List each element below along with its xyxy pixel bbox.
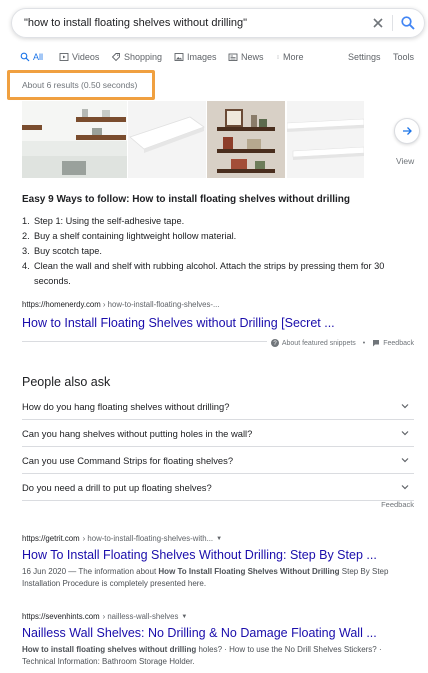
snippet-bold: How to install floating shelves without … [22,645,197,654]
result-date: 16 Jun 2020 [22,567,67,576]
feedback-icon [373,340,380,347]
paa-question[interactable]: How do you hang floating shelves without… [22,393,414,420]
help-icon: ? [270,339,279,347]
step-number: 3. [22,246,30,256]
tab-settings[interactable]: Settings [348,52,381,62]
chevron-down-icon [401,404,409,409]
url-path: › how-to-install-floating-shelves-with..… [82,534,214,543]
tag-icon [111,53,120,62]
paa-question-text: Can you hang shelves without putting hol… [22,427,253,439]
paa-feedback-link[interactable]: Feedback [381,500,414,509]
snippet-steps: 1. Step 1: Using the self-adhesive tape.… [22,214,412,289]
tab-label: Tools [393,52,415,62]
separator-dot: • [362,339,366,347]
step-text: Clean the wall and shelf with rubbing al… [34,261,385,286]
search-tabs: All Videos Shopping Images News More Set… [20,49,420,72]
tab-shopping[interactable]: Shopping [111,52,162,62]
url-domain: https://sevenhints.com [22,612,100,621]
view-label[interactable]: View [396,156,414,166]
close-icon[interactable] [370,15,386,31]
search-bar-divider [392,15,393,31]
tab-label: Settings [348,52,381,62]
snippet-source-url[interactable]: https://homenerdy.com › how-to-install-f… [22,300,219,309]
tab-videos[interactable]: Videos [59,52,99,62]
result-stats: About 6 results (0.50 seconds) [22,80,138,90]
tab-label: More [283,52,304,62]
step-text: Buy a shelf containing lightweight hollo… [34,231,237,241]
list-item: 4. Clean the wall and shelf with rubbing… [22,259,412,289]
search-result: https://sevenhints.com › nailless-wall-s… [22,612,417,668]
arrow-right-icon [403,127,412,135]
url-path: › how-to-install-floating-shelves-... [100,300,220,309]
caret-down-icon[interactable]: ▼ [216,536,222,542]
result-url[interactable]: https://sevenhints.com › nailless-wall-s… [22,612,417,621]
result-image-1[interactable] [22,101,127,178]
paa-question-text: Can you use Command Strips for floating … [22,454,234,466]
result-snippet: How to install floating shelves without … [22,644,417,668]
image-icon [174,53,184,61]
kebab-icon [277,55,279,59]
paa-question[interactable]: Can you hang shelves without putting hol… [22,420,414,447]
paa-question-text: Do you need a drill to put up floating s… [22,481,212,493]
url-domain: https://getrit.com [22,534,80,543]
about-featured-snippets-link[interactable]: About featured snippets [282,340,356,347]
tab-label: All [33,52,44,62]
step-text: Step 1: Using the self-adhesive tape. [34,216,185,226]
step-number: 1. [22,216,30,226]
tab-label: Videos [72,52,100,62]
chevron-down-icon [401,485,409,490]
shelf-photo [207,101,285,178]
result-image-3[interactable] [207,101,285,178]
tab-news[interactable]: News [228,52,264,62]
tab-tools[interactable]: Tools [393,52,414,62]
tab-label: Shopping [124,52,163,62]
result-title-link[interactable]: Nailless Wall Shelves: No Drilling & No … [22,626,417,640]
snippet-text: — The information about [66,567,159,576]
tab-images[interactable]: Images [174,52,217,62]
search-bar[interactable]: "how to install floating shelves without… [11,8,425,38]
snippet-footer: ? About featured snippets • Feedback [266,339,414,347]
paa-question[interactable]: Can you use Command Strips for floating … [22,447,414,474]
tab-more[interactable]: More [276,52,304,62]
url-domain: https://homenerdy.com [22,300,101,309]
list-item: 3. Buy scotch tape. [22,244,412,259]
tab-label: Images [187,52,217,62]
list-item: 1. Step 1: Using the self-adhesive tape. [22,214,412,229]
shelf-photo [128,101,206,178]
newspaper-icon [228,53,238,61]
step-number: 2. [22,231,30,241]
caret-down-icon[interactable]: ▼ [181,614,187,620]
search-icon[interactable] [400,15,416,31]
result-image-4[interactable] [287,101,364,178]
search-result: https://getrit.com › how-to-install-floa… [22,534,417,590]
search-icon [20,52,30,62]
paa-question-text: How do you hang floating shelves without… [22,400,230,412]
snippet-heading: Easy 9 Ways to follow: How to install fl… [22,194,350,205]
tab-all[interactable]: All [20,52,43,62]
snippet-title-link[interactable]: How to Install Floating Shelves without … [22,316,335,330]
chevron-down-icon [401,431,409,436]
snippet-bold: How To Install Floating Shelves Without … [158,567,340,576]
shelf-photo [22,101,127,178]
result-url[interactable]: https://getrit.com › how-to-install-floa… [22,534,417,543]
search-input[interactable]: "how to install floating shelves without… [24,17,424,29]
people-also-ask-heading: People also ask [22,375,111,389]
shelf-photo [287,101,364,178]
paa-question[interactable]: Do you need a drill to put up floating s… [22,474,414,501]
step-text: Buy scotch tape. [34,246,102,256]
step-number: 4. [22,261,30,271]
video-icon [59,53,69,61]
chevron-down-icon [401,458,409,463]
view-more-images-button[interactable] [394,118,420,144]
list-item: 2. Buy a shelf containing lightweight ho… [22,229,412,244]
people-also-ask-list: How do you hang floating shelves without… [22,393,414,501]
result-title-link[interactable]: How To Install Floating Shelves Without … [22,548,417,562]
result-snippet: 16 Jun 2020 — The information about How … [22,566,417,590]
url-path: › nailless-wall-shelves [102,612,179,621]
result-image-2[interactable] [128,101,206,178]
tab-label: News [241,52,264,62]
feedback-link[interactable]: Feedback [383,340,414,347]
